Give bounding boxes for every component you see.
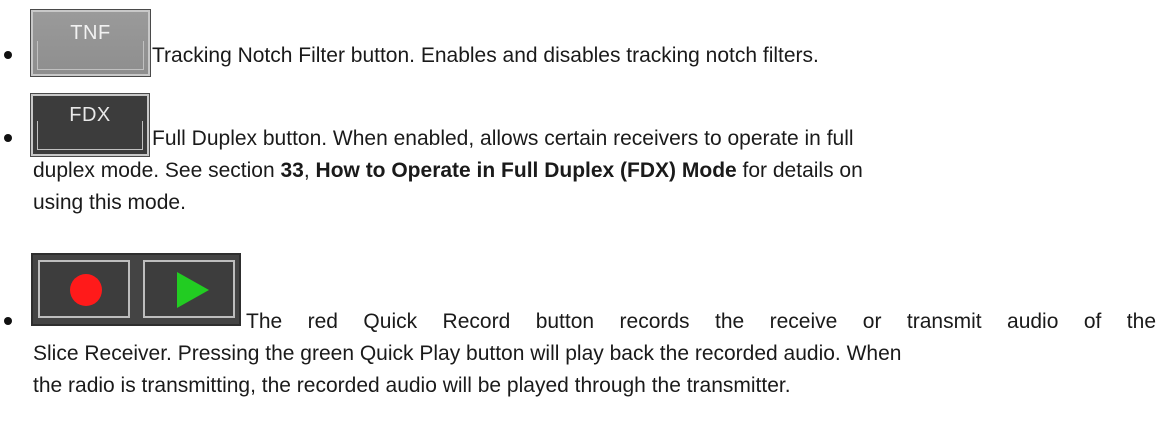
fdx-description-line2: duplex mode. See section 33, How to Oper… bbox=[33, 155, 863, 187]
bullet bbox=[4, 317, 12, 325]
section-number: 33 bbox=[280, 159, 304, 182]
fdx-text: for details on bbox=[736, 159, 863, 182]
record-description-line3: the radio is transmitting, the recorded … bbox=[33, 374, 791, 397]
fdx-description-line3: using this mode. bbox=[33, 191, 186, 214]
fdx-button-image: FDX bbox=[30, 93, 150, 157]
record-play-panel-image bbox=[31, 253, 241, 326]
quick-record-button-image bbox=[38, 260, 130, 318]
record-description-line1: The red Quick Record button records the … bbox=[246, 310, 1156, 333]
button-frame bbox=[37, 121, 143, 150]
bullet bbox=[4, 51, 12, 59]
play-icon bbox=[177, 272, 209, 308]
record-icon bbox=[70, 274, 102, 306]
fdx-description-line1: Full Duplex button. When enabled, allows… bbox=[152, 127, 854, 150]
tnf-description: Tracking Notch Filter button. Enables an… bbox=[152, 44, 819, 67]
tnf-button-image: TNF bbox=[30, 9, 151, 77]
button-frame bbox=[37, 41, 144, 70]
quick-play-button-image bbox=[143, 260, 235, 318]
separator: , bbox=[303, 159, 316, 182]
bullet bbox=[4, 134, 12, 142]
fdx-text: duplex mode. See section bbox=[33, 159, 281, 182]
record-description-line2: Slice Receiver. Pressing the green Quick… bbox=[33, 342, 902, 365]
section-title: How to Operate in Full Duplex (FDX) Mode bbox=[315, 159, 737, 182]
